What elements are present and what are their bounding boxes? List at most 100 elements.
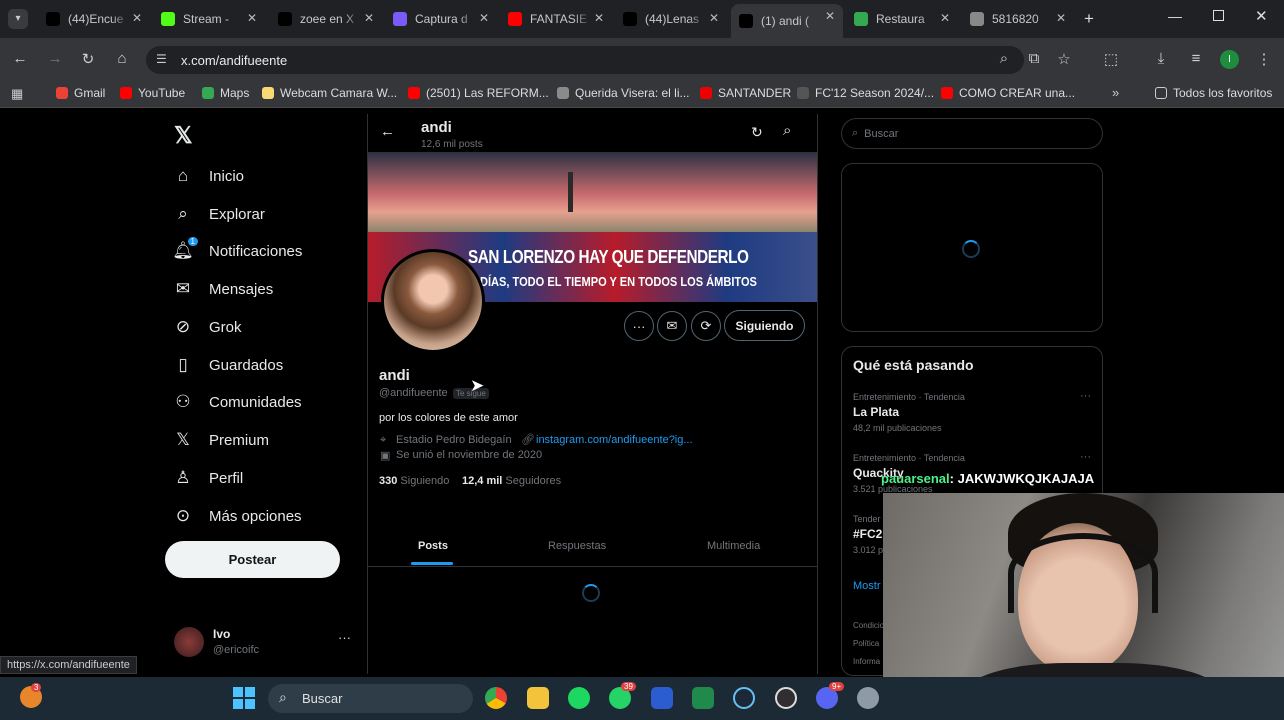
apps-grid-icon[interactable]: ▦ [11, 86, 23, 102]
nav-item-premium[interactable]: 𝕏 Premium [172, 426, 269, 454]
chrome-app-icon[interactable] [485, 687, 507, 709]
browser-tab[interactable]: Restaura ✕ [846, 6, 958, 32]
settings-icon[interactable] [857, 687, 879, 709]
back-arrow-icon[interactable]: ← [380, 123, 395, 140]
close-tab-icon[interactable]: ✕ [247, 11, 257, 25]
address-bar[interactable]: ☰ x.com/andifueente [146, 46, 1024, 74]
zoom-icon[interactable]: ⌕ [994, 50, 1014, 67]
bookmark-item[interactable]: Querida Visera: el li... [557, 86, 690, 100]
trend-item[interactable]: Entretenimiento · Tendencia La Plata 48,2 … [853, 390, 1093, 433]
bookmark-item[interactable]: Webcam Camara W... [262, 86, 397, 100]
steam-icon[interactable] [733, 687, 755, 709]
browser-menu-icon[interactable]: ⋮ [1254, 50, 1274, 68]
bookmark-item[interactable]: FC'12 Season 2024/... [797, 86, 934, 100]
profile-avatar[interactable] [381, 249, 485, 353]
extensions-icon[interactable]: ⬚ [1101, 50, 1121, 68]
profile-search-icon[interactable]: ⌕ [783, 122, 791, 139]
browser-tab[interactable]: (44)Lenas ✕ [615, 6, 727, 32]
tab-replies[interactable]: Respuestas [548, 540, 606, 552]
excel-icon[interactable] [692, 687, 714, 709]
file-explorer-icon[interactable] [527, 687, 549, 709]
start-tile [245, 699, 255, 709]
footer-link[interactable]: Informa [853, 657, 880, 666]
browser-tab[interactable]: (1) andi (✕ [731, 4, 843, 38]
home-browser-icon[interactable]: ⌂ [112, 50, 132, 67]
bookmark-item[interactable]: SANTANDER [700, 86, 791, 100]
tab-posts[interactable]: Posts [418, 540, 448, 552]
browser-tab[interactable]: (44)Encue ✕ [38, 6, 150, 32]
close-tab-icon[interactable]: ✕ [479, 11, 489, 25]
back-icon[interactable]: ← [10, 50, 30, 67]
install-app-icon[interactable]: ⧉ [1024, 50, 1044, 67]
close-window-icon[interactable]: ✕ [1255, 7, 1268, 25]
message-icon[interactable]: ✉ [657, 311, 687, 341]
nav-item-perfil[interactable]: ♙ Perfil [172, 464, 243, 492]
close-tab-icon[interactable]: ✕ [364, 11, 374, 25]
account-switcher[interactable]: Ivo @ericoifc ··· [172, 624, 357, 660]
nav-item-más-opciones[interactable]: ⊙ Más opciones [172, 502, 302, 530]
nav-item-comunidades[interactable]: ⚇ Comunidades [172, 388, 301, 416]
tiktok-icon [623, 12, 637, 26]
bookmark-item[interactable]: Maps [202, 86, 249, 100]
post-button[interactable]: Postear [165, 541, 340, 578]
downloads-icon[interactable]: ⤓ [1151, 50, 1171, 67]
search-input[interactable]: ⌕ Buscar [841, 118, 1103, 149]
following-button[interactable]: Siguiendo [724, 310, 805, 341]
bookmark-item[interactable]: COMO CREAR una... [941, 86, 1075, 100]
browser-tab[interactable]: zoee en X ✕ [270, 6, 382, 32]
nav-item-explorar[interactable]: ⌕ Explorar [172, 200, 265, 228]
nav-item-notificaciones[interactable]: 🔔︎ 1 Notificaciones [172, 237, 302, 265]
browser-tab[interactable]: FANTASIE ✕ [500, 6, 612, 32]
x-logo-icon[interactable]: 𝕏 [174, 122, 193, 149]
windows-start-icon[interactable] [233, 687, 255, 709]
minimize-icon[interactable]: — [1168, 8, 1182, 24]
show-more-link[interactable]: Mostr [853, 580, 881, 592]
footer-link[interactable]: Política [853, 639, 879, 648]
tiktok-icon [46, 12, 60, 26]
bookmark-item[interactable]: YouTube [120, 86, 185, 100]
nav-item-mensajes[interactable]: ✉ Mensajes [172, 275, 273, 303]
close-tab-icon[interactable]: ✕ [132, 11, 142, 25]
more-options-icon[interactable]: ··· [624, 311, 654, 341]
obs-icon[interactable] [775, 687, 797, 709]
trend-more-icon[interactable]: ··· [1080, 390, 1091, 402]
followers-stat[interactable]: 12,4 mil Seguidores [462, 475, 561, 487]
notify-icon[interactable]: ⟳ [691, 311, 721, 341]
profile-link[interactable]: instagram.com/andifueente?ig... [536, 434, 693, 446]
whatsapp-badge: 39 [621, 682, 636, 691]
spotify-icon[interactable] [568, 687, 590, 709]
profile-avatar[interactable]: I [1220, 50, 1239, 69]
forward-icon[interactable]: → [45, 50, 65, 67]
close-tab-icon[interactable]: ✕ [825, 9, 835, 23]
media-control-icon[interactable]: ≡ [1186, 50, 1206, 67]
nav-item-inicio[interactable]: ⌂ Inicio [172, 162, 244, 190]
reload-icon[interactable]: ↻ [78, 50, 98, 68]
close-tab-icon[interactable]: ✕ [940, 11, 950, 25]
bookmark-item[interactable]: (2501) Las REFORM... [408, 86, 549, 100]
tab-media[interactable]: Multimedia [707, 540, 760, 552]
following-stat[interactable]: 330 Siguiendo [379, 475, 449, 487]
footer-link[interactable]: Condicio [853, 621, 884, 630]
more-bookmarks-icon[interactable]: » [1112, 85, 1119, 100]
restore-window-icon[interactable] [1213, 10, 1224, 21]
close-tab-icon[interactable]: ✕ [594, 11, 604, 25]
nav-item-grok[interactable]: ⊘ Grok [172, 313, 242, 341]
browser-tab[interactable]: Captura d ✕ [385, 6, 497, 32]
word-icon[interactable] [651, 687, 673, 709]
bookmark-item[interactable]: Gmail [56, 86, 105, 100]
site-info-icon[interactable]: ☰ [156, 52, 167, 66]
close-tab-icon[interactable]: ✕ [1056, 11, 1066, 25]
nav-item-guardados[interactable]: ▯ Guardados [172, 351, 283, 379]
new-tab-icon[interactable]: + [1084, 9, 1094, 29]
browser-tab[interactable]: Stream - ✕ [153, 6, 265, 32]
trend-more-icon[interactable]: ··· [1080, 451, 1091, 463]
refresh-icon[interactable]: ↻ [751, 124, 763, 141]
all-favorites-folder[interactable]: Todos los favoritos [1155, 86, 1272, 100]
browser-tab[interactable]: 5816820 ✕ [962, 6, 1074, 32]
taskbar-search[interactable]: ⌕ Buscar [268, 684, 473, 713]
tab-search-button[interactable]: ▾ [8, 9, 28, 29]
mail-icon: ✉ [175, 279, 191, 298]
account-more-icon[interactable]: ··· [338, 630, 351, 645]
bookmark-star-icon[interactable]: ☆ [1054, 50, 1074, 68]
close-tab-icon[interactable]: ✕ [709, 11, 719, 25]
